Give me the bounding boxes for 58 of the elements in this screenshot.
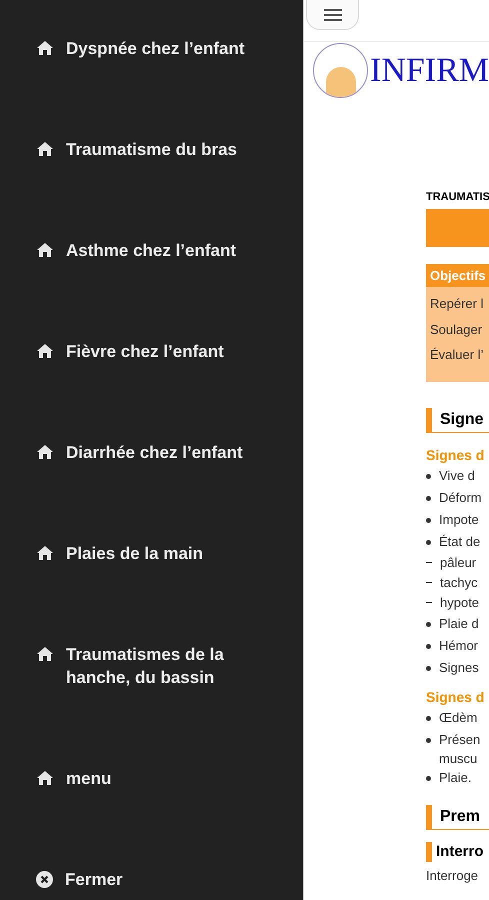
objective-line: Repérer l <box>430 295 484 313</box>
list-item: Déform <box>439 488 482 506</box>
bullet-icon <box>426 622 431 626</box>
drawer-item[interactable]: Fièvre chez l’enfant <box>36 340 276 363</box>
list-item: Vive d <box>439 466 475 484</box>
drawer-item[interactable]: Dyspnée chez l’enfant <box>36 37 276 60</box>
close-icon <box>36 871 53 888</box>
dash-icon <box>426 562 432 563</box>
dash-icon <box>426 602 432 603</box>
home-icon <box>36 40 54 56</box>
home-icon <box>36 242 54 258</box>
list-item: Impote <box>439 510 479 529</box>
home-icon <box>36 646 54 662</box>
home-icon <box>36 141 54 157</box>
menu-icon <box>324 8 342 20</box>
list-item: Signes <box>439 658 479 677</box>
bullet-icon <box>426 496 431 500</box>
drawer-item[interactable]: Traumatismes de la hanche, du bassin <box>36 643 276 689</box>
dash-icon <box>426 582 432 583</box>
subheading: Signes d <box>426 688 486 706</box>
list-item: État de <box>439 532 480 550</box>
bullet-icon <box>426 666 431 670</box>
home-icon <box>36 444 54 460</box>
bullet-icon <box>426 776 431 780</box>
objectives-title: Objectifs <box>426 264 489 287</box>
bullet-icon <box>426 540 431 544</box>
menu-button[interactable] <box>306 0 359 30</box>
bullet-icon <box>426 738 431 742</box>
bullet-icon <box>426 644 431 648</box>
subheading: Signes d <box>426 446 486 464</box>
list-item: tachyc <box>440 574 478 592</box>
bullet-icon <box>426 474 431 478</box>
bullet-icon <box>426 518 431 522</box>
section-heading: Signe <box>426 408 489 432</box>
drawer-item[interactable]: Traumatisme du bras <box>36 138 276 161</box>
drawer-item[interactable]: Plaies de la main <box>36 542 276 565</box>
list-item: hypote <box>440 594 480 612</box>
list-item: Hémor <box>439 636 478 654</box>
home-icon <box>36 343 54 359</box>
paragraph: Interroge <box>426 866 480 885</box>
list-item: Œdèm <box>439 708 478 726</box>
list-item: pâleur <box>440 554 476 572</box>
drawer-item[interactable]: Diarrhée chez l’enfant <box>36 441 276 464</box>
list-item: Présen <box>439 730 480 748</box>
subheading: Interro <box>426 842 489 862</box>
list-item: muscu <box>439 750 478 766</box>
bullet-icon <box>426 716 431 720</box>
logo-text: INFIRM <box>370 51 489 91</box>
home-icon <box>36 770 54 786</box>
drawer-item[interactable]: menu <box>36 767 276 790</box>
list-item: Plaie d <box>439 614 479 632</box>
objective-line: Soulager <box>430 320 484 339</box>
objective-line: Évaluer l’ <box>430 346 484 364</box>
drawer-item[interactable]: Fermer <box>36 868 276 891</box>
section-heading: Prem <box>426 804 489 830</box>
drawer-item[interactable]: Asthme chez l’enfant <box>36 239 276 262</box>
list-item: Plaie. <box>439 768 472 786</box>
home-icon <box>36 545 54 561</box>
